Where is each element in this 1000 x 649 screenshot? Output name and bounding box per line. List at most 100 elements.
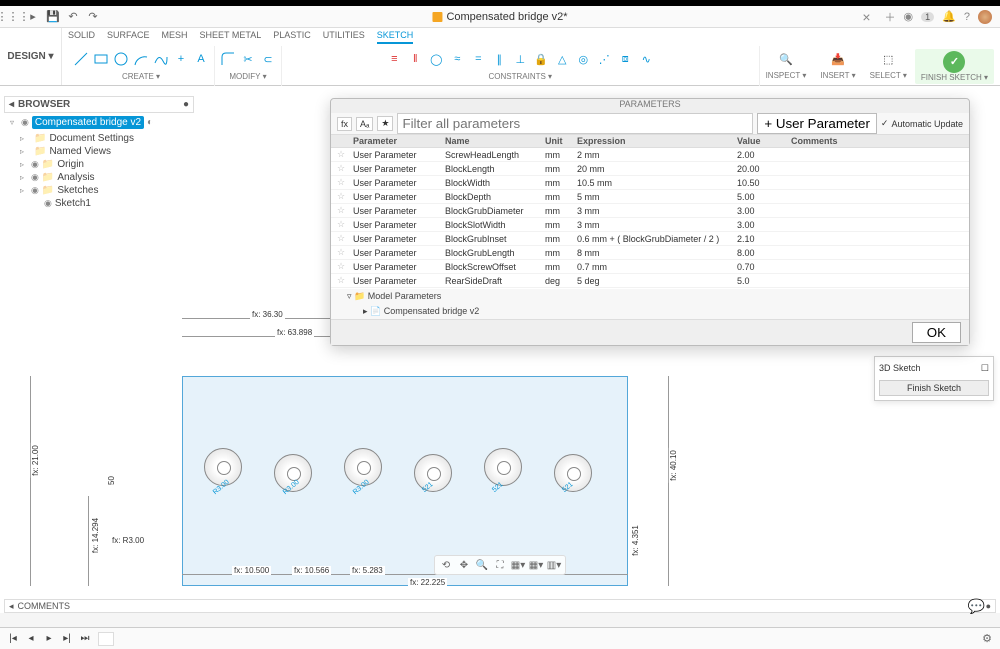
insert-button[interactable]: 📥INSERT ▾	[814, 49, 861, 84]
notifications-icon[interactable]: 🔔	[942, 10, 956, 23]
grid-icon[interactable]: ▦▾	[529, 558, 543, 572]
display-icon[interactable]: ▦▾	[511, 558, 525, 572]
param-row[interactable]: ☆User ParameterBlockDepthmm5 mm5.00	[331, 190, 969, 204]
avatar[interactable]	[978, 10, 992, 24]
dim-left2[interactable]: fx: 14.294	[91, 516, 100, 555]
line-icon[interactable]	[72, 50, 90, 68]
dim-top2[interactable]: fx: 63.898	[275, 328, 314, 337]
param-row[interactable]: ☆User ParameterRearSideDraftdeg5 deg5.0	[331, 274, 969, 288]
fit-icon[interactable]: ⛶	[493, 558, 507, 572]
offset-icon[interactable]: ⊂	[259, 50, 277, 68]
tree-item-document-settings[interactable]: ▹📁 Document Settings	[10, 132, 194, 145]
help-icon[interactable]: ?	[964, 11, 970, 23]
tree-item-origin[interactable]: ▹◉📁 Origin	[10, 158, 194, 171]
orbit-icon[interactable]: ⟲	[439, 558, 453, 572]
dim-right2[interactable]: fx: 4.351	[631, 523, 640, 558]
rect-icon[interactable]	[92, 50, 110, 68]
tuner-4[interactable]	[484, 448, 522, 486]
param-row[interactable]: ☆User ParameterBlockGrubDiametermm3 mm3.…	[331, 204, 969, 218]
tab-sheet-metal[interactable]: SHEET METAL	[200, 28, 262, 44]
save-icon[interactable]: 💾	[46, 10, 60, 24]
tl-fwd-icon[interactable]: ▸|	[60, 632, 74, 646]
tree-item-named-views[interactable]: ▹📁 Named Views	[10, 145, 194, 158]
undo-icon[interactable]: ↶	[66, 10, 80, 24]
perp-icon[interactable]: ⊥	[511, 50, 529, 68]
tl-back-icon[interactable]: ◂	[24, 632, 38, 646]
views-icon[interactable]: ▥▾	[547, 558, 561, 572]
dim-top1[interactable]: fx: 36.30	[250, 310, 285, 319]
equal-icon[interactable]: =	[469, 50, 487, 68]
inspect-button[interactable]: 🔍INSPECT ▾	[760, 49, 813, 84]
tree-item-analysis[interactable]: ▹◉📁 Analysis	[10, 171, 194, 184]
dim-bot3[interactable]: fx: 5.283	[350, 566, 385, 575]
tab-utilities[interactable]: UTILITIES	[323, 28, 365, 44]
spline-icon[interactable]	[152, 50, 170, 68]
tl-end-icon[interactable]: ⏭	[78, 632, 92, 646]
trim-icon[interactable]: ✂	[239, 50, 257, 68]
dim-right1[interactable]: fx: 40.10	[669, 448, 678, 483]
extensions-icon[interactable]: ◉	[904, 10, 914, 23]
pan-icon[interactable]: ✥	[457, 558, 471, 572]
param-row[interactable]: ☆User ParameterBlockScrewOffsetmm0.7 mm0…	[331, 260, 969, 274]
finish-sketch-button[interactable]: ✓FINISH SKETCH ▾	[915, 49, 994, 84]
concentric-icon[interactable]: ◎	[574, 50, 592, 68]
all-icon[interactable]: Aₐ	[356, 117, 373, 131]
point-icon[interactable]: +	[172, 50, 190, 68]
tab-plastic[interactable]: PLASTIC	[273, 28, 311, 44]
param-row[interactable]: ☆User ParameterBlockWidthmm10.5 mm10.50	[331, 176, 969, 190]
param-row[interactable]: ☆User ParameterBlockLengthmm20 mm20.00	[331, 162, 969, 176]
tl-play-icon[interactable]: ▸	[42, 632, 56, 646]
param-row[interactable]: ☆User ParameterScrewHeadLengthmm2 mm2.00	[331, 148, 969, 162]
collinear-icon[interactable]: ⋰	[595, 50, 613, 68]
jobs-badge[interactable]: 1	[921, 12, 934, 22]
param-row[interactable]: ☆User ParameterBlockGrubInsetmm0.6 mm + …	[331, 232, 969, 246]
comment-bubble-icon[interactable]: 💬	[968, 598, 985, 615]
zoom-icon[interactable]: 🔍	[475, 558, 489, 572]
params-filter[interactable]	[397, 113, 753, 134]
file-icon[interactable]: ▸	[26, 10, 40, 24]
redo-icon[interactable]: ↷	[86, 10, 100, 24]
coincident-icon[interactable]: ◯	[427, 50, 445, 68]
tab-mesh[interactable]: MESH	[162, 28, 188, 44]
param-row[interactable]: ☆User ParameterBlockSlotWidthmm3 mm3.00	[331, 218, 969, 232]
lock-icon[interactable]: 🔒	[532, 50, 550, 68]
tab-sketch[interactable]: SKETCH	[377, 28, 414, 44]
fillet-icon[interactable]	[219, 50, 237, 68]
close-tab-icon[interactable]: ×	[862, 9, 870, 25]
circle-icon[interactable]	[112, 50, 130, 68]
horiz-icon[interactable]: ≡	[385, 50, 403, 68]
model-params-hdr[interactable]: Model Parameters	[368, 291, 442, 301]
vert-icon[interactable]: ‖	[406, 50, 424, 68]
fav-icon[interactable]: ★	[377, 116, 393, 131]
add-user-param-btn[interactable]: + User Parameter	[757, 113, 877, 134]
finish-sketch-btn2[interactable]: Finish Sketch	[879, 380, 989, 396]
tl-settings-icon[interactable]: ⚙	[982, 632, 992, 645]
tl-feature[interactable]	[98, 632, 114, 646]
dim-rad[interactable]: fx: R3.00	[110, 536, 146, 545]
param-row[interactable]: ☆User ParameterBlockGrubLengthmm8 mm8.00	[331, 246, 969, 260]
apps-icon[interactable]: ⋮⋮⋮	[6, 10, 20, 24]
curvature-icon[interactable]: ∿	[637, 50, 655, 68]
dim-side[interactable]: 50	[107, 474, 116, 487]
comments-header[interactable]: COMMENTS	[18, 601, 71, 611]
dim-bot1[interactable]: fx: 10.500	[232, 566, 271, 575]
select-button[interactable]: ⬚SELECT ▾	[864, 49, 913, 84]
parallel-icon[interactable]: ∥	[490, 50, 508, 68]
tab-surface[interactable]: SURFACE	[107, 28, 150, 44]
tab-solid[interactable]: SOLID	[68, 28, 95, 44]
fx-icon[interactable]: fx	[337, 117, 352, 131]
dim-bot4[interactable]: fx: 22.225	[408, 578, 447, 587]
text-icon[interactable]: A	[192, 50, 210, 68]
tangent-icon[interactable]: ≈	[448, 50, 466, 68]
model-item[interactable]: Compensated bridge v2	[384, 306, 480, 316]
tree-item-sketches[interactable]: ▹◉📁 Sketches	[10, 184, 194, 197]
dim-bot2[interactable]: fx: 10.566	[292, 566, 331, 575]
workspace-switcher[interactable]: DESIGN ▾	[0, 28, 62, 85]
params-ok[interactable]: OK	[912, 322, 961, 343]
tl-start-icon[interactable]: |◂	[6, 632, 20, 646]
tree-sketch[interactable]: Sketch1	[55, 198, 91, 209]
dim-left1[interactable]: fx: 21.00	[31, 443, 40, 478]
symmetry-icon[interactable]: ⧈	[616, 50, 634, 68]
arc-icon[interactable]	[132, 50, 150, 68]
new-tab-icon[interactable]: ＋	[885, 9, 896, 25]
